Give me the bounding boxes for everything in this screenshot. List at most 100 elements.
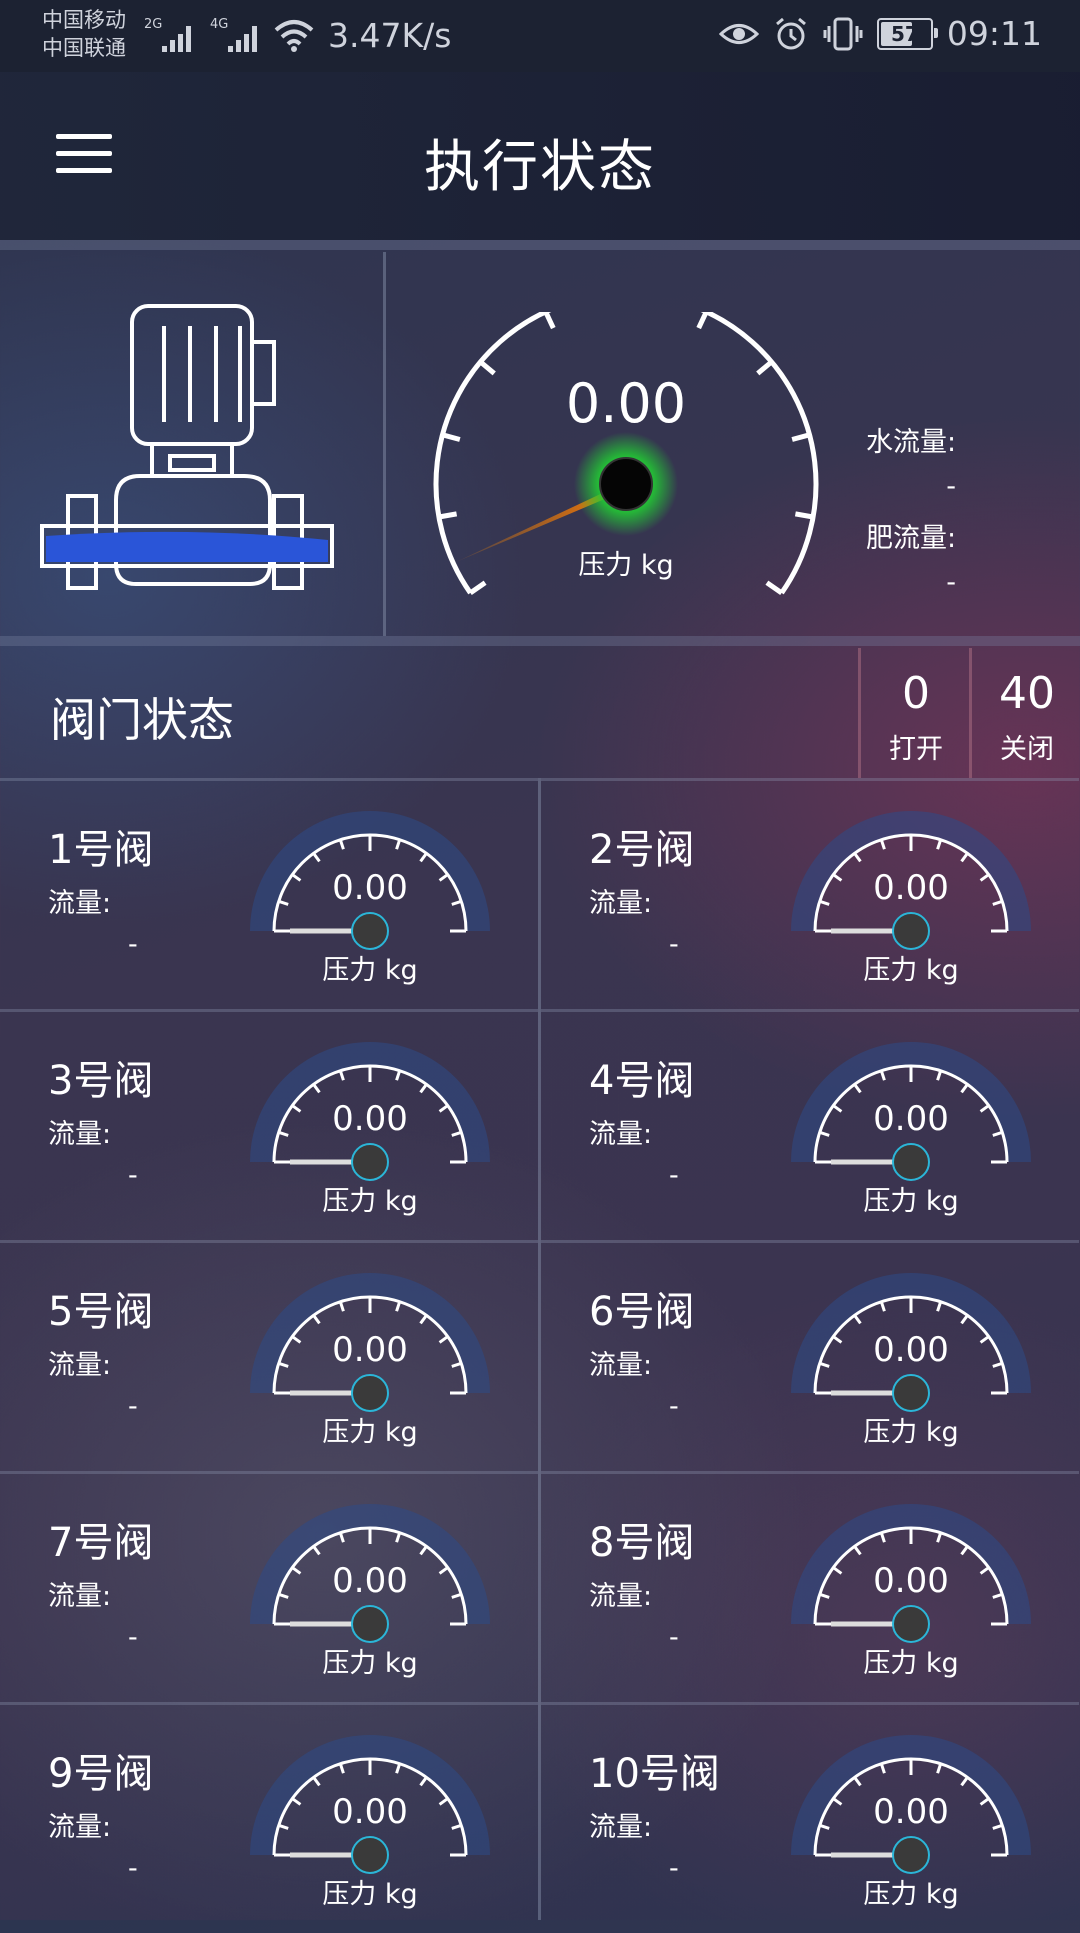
valve-pressure-gauge: 0.00 压力 kg <box>250 811 490 986</box>
gauge-tick <box>936 1763 943 1774</box>
gauge-unit: 压力 kg <box>578 550 673 581</box>
gauge-unit: 压力 kg <box>322 1417 417 1448</box>
gauge-value: 0.00 <box>332 1792 408 1832</box>
gauge-tick <box>696 312 709 330</box>
valve-flow-label: 流量: <box>589 1350 653 1381</box>
valve-flow-value: - <box>669 1622 679 1653</box>
gauge-unit: 压力 kg <box>863 955 958 986</box>
pump-icon <box>40 304 334 590</box>
gauge-tick <box>832 1104 843 1113</box>
gauge-tick <box>832 873 843 882</box>
valve-flow-label: 流量: <box>589 888 653 919</box>
gauge-tick <box>819 1130 830 1137</box>
gauge-tick <box>992 1823 1003 1830</box>
gauge-tick <box>468 580 487 596</box>
gauge-tick <box>438 1566 449 1575</box>
gauge-tick <box>979 1104 990 1113</box>
valve-flow-value: - <box>128 1391 138 1422</box>
panel-divider <box>383 252 386 636</box>
gauge-tick <box>879 1763 886 1774</box>
gauge-hub <box>892 1836 930 1874</box>
valve-card-5[interactable]: 5号阀 流量: - 0.00 压力 kg <box>0 1240 538 1471</box>
valve-card-9[interactable]: 9号阀 流量: - 0.00 压力 kg <box>0 1702 538 1933</box>
gauge-tick <box>451 1130 462 1137</box>
gauge-tick <box>936 839 943 850</box>
gauge-tick <box>312 1083 321 1094</box>
gauge-tick <box>278 899 289 906</box>
valve-name: 4号阀 <box>589 1058 695 1104</box>
status-right: 57 09:11 <box>718 14 1042 53</box>
gauge-tick <box>395 1532 402 1543</box>
valve-card-7[interactable]: 7号阀 流量: - 0.00 压力 kg <box>0 1471 538 1702</box>
valve-flow-label: 流量: <box>48 1581 112 1612</box>
gauge-tick <box>992 899 1003 906</box>
valve-card-4[interactable]: 4号阀 流量: - 0.00 压力 kg <box>541 1009 1079 1240</box>
gauge-tick <box>278 1823 289 1830</box>
gauge-tick <box>451 1592 462 1599</box>
valve-name: 7号阀 <box>48 1520 154 1566</box>
valve-card-8[interactable]: 8号阀 流量: - 0.00 压力 kg <box>541 1471 1079 1702</box>
valve-card-6[interactable]: 6号阀 流量: - 0.00 压力 kg <box>541 1240 1079 1471</box>
wifi-icon <box>274 20 314 52</box>
battery-level: 57 <box>890 21 919 46</box>
valve-card-3[interactable]: 3号阀 流量: - 0.00 压力 kg <box>0 1009 538 1240</box>
gauge-tick <box>395 1070 402 1081</box>
valve-name: 5号阀 <box>48 1289 154 1335</box>
gauge-tick <box>312 1776 321 1787</box>
gauge-tick <box>879 1070 886 1081</box>
valve-name: 6号阀 <box>589 1289 695 1335</box>
closed-count: 40 <box>999 668 1055 719</box>
gauge-tick <box>451 899 462 906</box>
gauge-value: 0.00 <box>873 1561 949 1601</box>
eye-icon <box>718 23 759 44</box>
valve-name: 8号阀 <box>589 1520 695 1566</box>
carrier-2: 中国联通 <box>42 36 126 60</box>
gauge-tick <box>312 1314 321 1325</box>
gauge-value: 0.00 <box>873 868 949 908</box>
gauge-unit: 压力 kg <box>322 1648 417 1679</box>
gauge-tick <box>291 1566 302 1575</box>
gauge-tick <box>478 359 496 376</box>
gauge-tick <box>338 1301 345 1312</box>
flow-readings: 水流量: - 肥流量: - <box>866 420 1056 612</box>
gauge-tick <box>291 1797 302 1806</box>
valve-flow-label: 流量: <box>48 1812 112 1843</box>
valve-name: 2号阀 <box>589 827 695 873</box>
valve-flow-value: - <box>128 1622 138 1653</box>
gauge-tick <box>960 1083 969 1094</box>
gauge-tick <box>419 1314 428 1325</box>
gauge-hub <box>351 1605 389 1643</box>
valve-status-title: 阀门状态 <box>50 693 234 747</box>
valve-flow-value: - <box>128 1853 138 1884</box>
gauge-hub <box>351 1374 389 1412</box>
valve-card-2[interactable]: 2号阀 流量: - 0.00 压力 kg <box>541 778 1079 1009</box>
gauge-hub <box>351 1143 389 1181</box>
gauge-tick <box>419 1776 428 1787</box>
gauge-tick <box>765 580 784 596</box>
gauge-unit: 压力 kg <box>863 1417 958 1448</box>
gauge-tick <box>338 1763 345 1774</box>
gauge-value: 0.00 <box>873 1330 949 1370</box>
gauge-value: 0.00 <box>873 1792 949 1832</box>
gauge-tick <box>853 1776 862 1787</box>
app-bar: 执行状态 <box>0 72 1080 240</box>
gauge-hub <box>599 457 653 511</box>
gauge-value: 0.00 <box>566 372 686 435</box>
gauge-tick <box>395 1763 402 1774</box>
gauge-tick <box>278 1592 289 1599</box>
gauge-tick <box>832 1797 843 1806</box>
divider <box>0 636 1080 646</box>
signal-2g-label: 2G <box>144 17 162 32</box>
water-flow-value: - <box>946 471 956 502</box>
gauge-tick <box>543 312 556 330</box>
valve-card-10[interactable]: 10号阀 流量: - 0.00 压力 kg <box>541 1702 1079 1933</box>
gauge-tick <box>879 839 886 850</box>
valve-card-1[interactable]: 1号阀 流量: - 0.00 压力 kg <box>0 778 538 1009</box>
gauge-tick <box>819 1592 830 1599</box>
gauge-value: 0.00 <box>332 1561 408 1601</box>
gauge-tick <box>853 1314 862 1325</box>
gauge-tick <box>756 359 774 376</box>
gauge-tick <box>960 1314 969 1325</box>
gauge-tick <box>832 1335 843 1344</box>
carrier-1: 中国移动 <box>42 8 126 32</box>
